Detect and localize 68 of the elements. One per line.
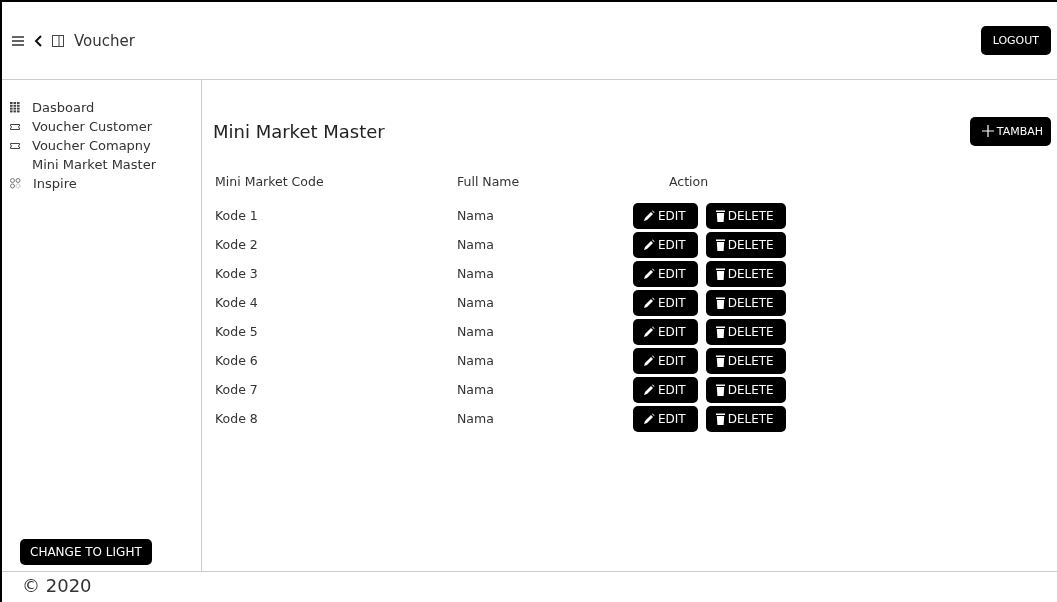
column-header: Full Name [457, 173, 521, 189]
trash-icon [715, 325, 725, 338]
table-cell-text: Kode 4 [214, 295, 259, 310]
delete-button[interactable]: DELETE [705, 231, 786, 258]
pencil-icon [643, 238, 655, 251]
pencil-icon [643, 325, 655, 338]
trash-icon [715, 383, 725, 396]
pencil-icon [643, 267, 655, 280]
table-cell-text: Kode 8 [214, 411, 259, 426]
table-cell-text: Nama [457, 382, 495, 397]
sidebar-item[interactable]: Mini Market Master [32, 157, 157, 172]
table-cell-text: Kode 5 [214, 324, 259, 339]
table-cell-text: Nama [457, 295, 495, 310]
back-icon [34, 34, 42, 47]
edit-button[interactable]: EDIT [633, 347, 698, 374]
sidebar-item[interactable]: Inspire [33, 176, 77, 191]
plus-icon [981, 125, 994, 137]
edit-button[interactable]: EDIT [633, 318, 698, 345]
trash-icon [715, 296, 725, 309]
grid-icon [10, 102, 20, 113]
delete-button[interactable]: DELETE [705, 260, 786, 287]
delete-button[interactable]: DELETE [705, 405, 786, 432]
delete-button[interactable]: DELETE [705, 376, 786, 403]
page-title: Mini Market Master [213, 120, 385, 142]
pencil-icon [643, 354, 655, 367]
copyright-text: © 2020 [21, 575, 92, 596]
table-cell-text: Nama [457, 208, 495, 223]
table-cell-text: Kode 2 [214, 237, 259, 252]
pencil-icon [643, 383, 655, 396]
menu-icon [12, 35, 24, 46]
table-cell-text: Nama [457, 324, 495, 339]
trash-icon [715, 354, 725, 367]
delete-button[interactable]: DELETE [705, 202, 786, 229]
table-cell-text: Kode 1 [214, 208, 259, 223]
sidebar-item[interactable]: Dasboard [32, 100, 95, 115]
pencil-icon [643, 296, 655, 309]
page-icon [52, 34, 64, 47]
trash-icon [715, 267, 725, 280]
table-cell-text: Kode 6 [214, 353, 259, 368]
column-header: Mini Market Code [214, 173, 325, 189]
delete-button[interactable]: DELETE [705, 347, 786, 374]
column-header: Action [668, 173, 709, 189]
trash-icon [715, 238, 725, 251]
edit-button[interactable]: EDIT [633, 260, 698, 287]
edit-button[interactable]: EDIT [633, 376, 698, 403]
theme-toggle-button[interactable]: CHANGE TO LIGHT [20, 539, 152, 565]
logout-button[interactable]: LOGOUT [980, 26, 1051, 55]
table-cell-text: Kode 7 [214, 382, 259, 397]
table-cell-text: Nama [457, 411, 495, 426]
table-cell-text: Nama [457, 353, 495, 368]
sidebar-item[interactable]: Voucher Comapny [32, 138, 151, 153]
cluster-icon [10, 178, 21, 189]
sidebar-item[interactable]: Voucher Customer [32, 119, 153, 134]
delete-button[interactable]: DELETE [705, 318, 786, 345]
trash-icon [715, 412, 725, 425]
pencil-icon [643, 412, 655, 425]
edit-button[interactable]: EDIT [633, 231, 698, 258]
edit-button[interactable]: EDIT [633, 405, 698, 432]
trash-icon [715, 209, 725, 222]
pencil-icon [643, 209, 655, 222]
header-title: Voucher [74, 31, 135, 50]
table-cell-text: Nama [457, 266, 495, 281]
table-cell-text: Kode 3 [214, 266, 259, 281]
edit-button[interactable]: EDIT [633, 202, 698, 229]
table-cell-text: Nama [457, 237, 495, 252]
delete-button[interactable]: DELETE [705, 289, 786, 316]
add-button[interactable]: TAMBAH [969, 116, 1051, 146]
edit-button[interactable]: EDIT [633, 289, 698, 316]
